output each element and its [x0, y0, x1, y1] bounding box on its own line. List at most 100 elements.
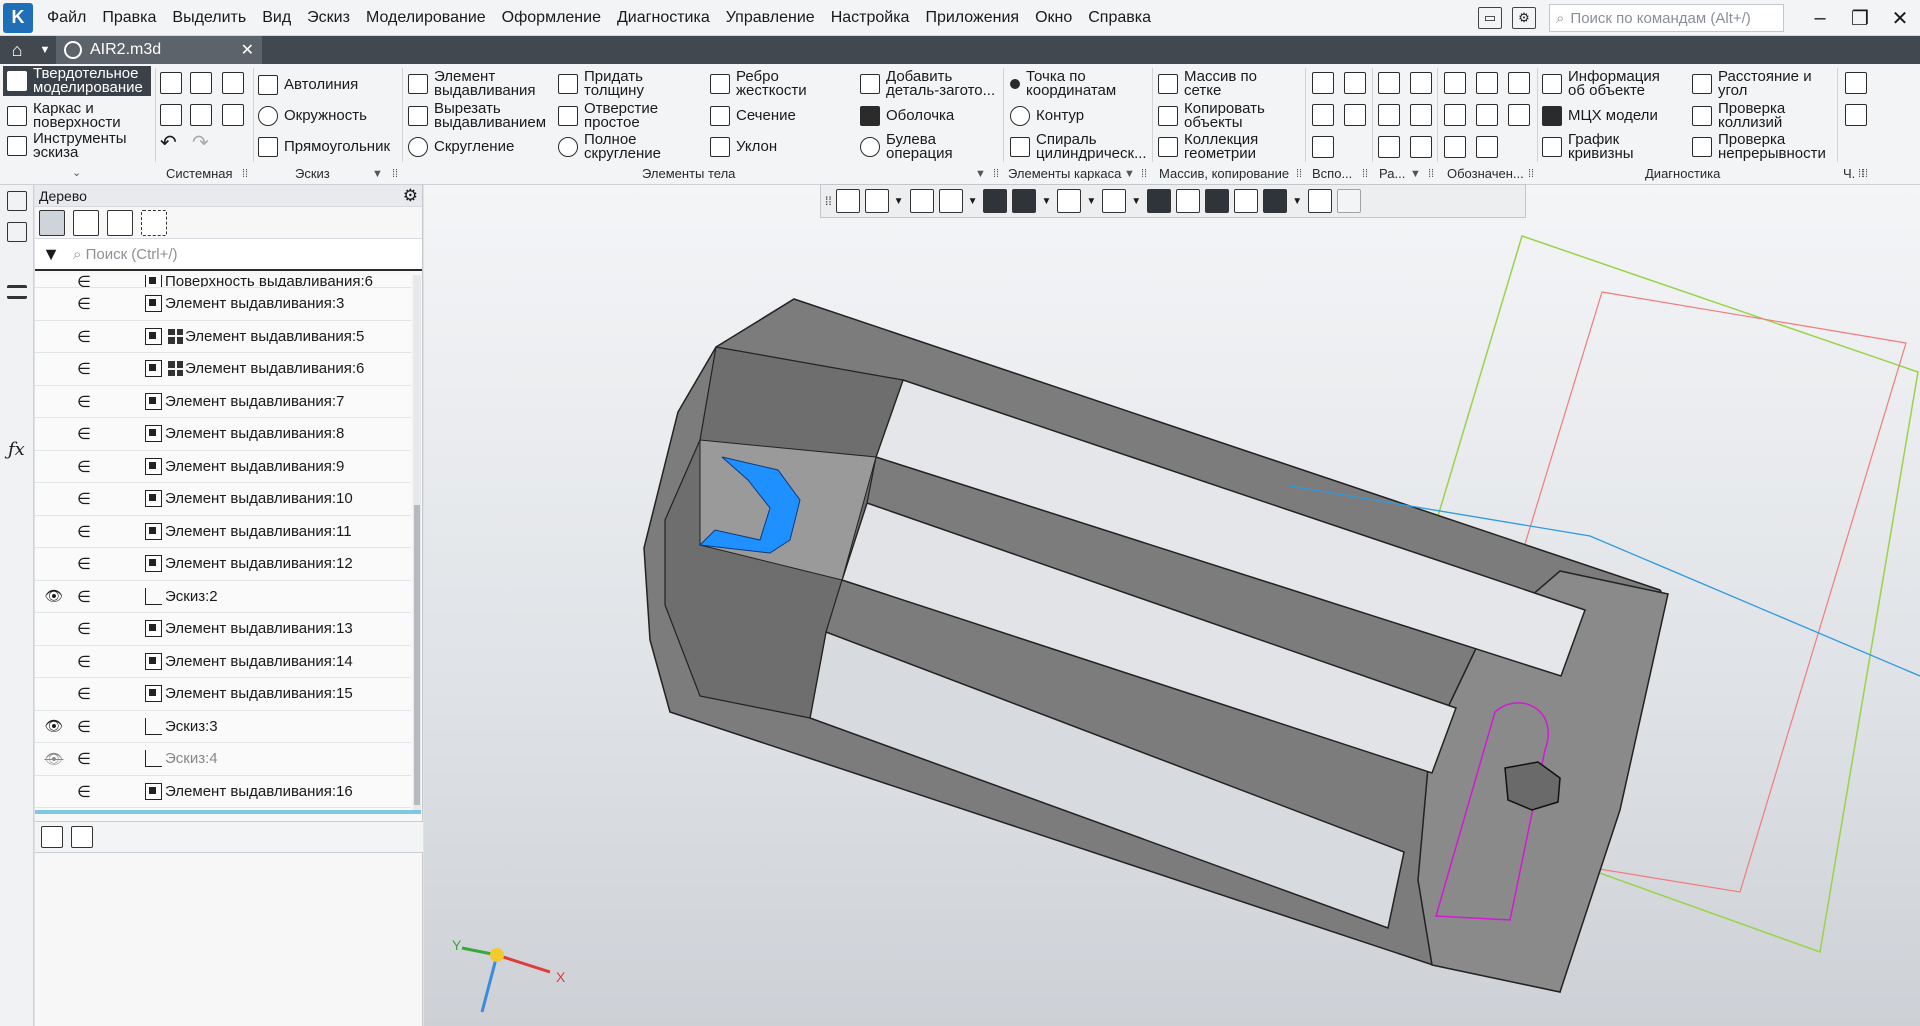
tree-row[interactable]: ∈ Элемент выдавливания:14: [35, 646, 411, 678]
filter-dropdown-icon[interactable]: ▼: [1292, 196, 1302, 207]
eye-placeholder[interactable]: [43, 781, 65, 801]
aux-plane-icon[interactable]: [1312, 72, 1334, 94]
visibility-dropdown-icon[interactable]: ▼: [1131, 196, 1141, 207]
tree-scrollbar[interactable]: [413, 275, 421, 810]
include-icon[interactable]: ∈: [77, 327, 91, 346]
include-icon[interactable]: ∈: [77, 457, 91, 476]
tree-row[interactable]: 👁 ∈ Эскиз:3: [35, 711, 411, 743]
orientation-dropdown-icon[interactable]: ▼: [968, 196, 978, 207]
include-icon[interactable]: ∈: [77, 489, 91, 508]
menu-item[interactable]: Выделить: [164, 0, 254, 36]
shell-button[interactable]: Оболочка: [860, 106, 954, 126]
include-icon[interactable]: ∈: [77, 619, 91, 638]
grid-array-button[interactable]: Массив по сетке: [1158, 69, 1257, 98]
tree-hierarchy-icon[interactable]: [73, 209, 99, 236]
aux-line-icon[interactable]: [1312, 136, 1334, 158]
geometry-collection-button[interactable]: Коллекция геометрии: [1158, 132, 1258, 161]
point-by-coords-button[interactable]: Точка по координатам: [1010, 69, 1116, 98]
pan-icon[interactable]: [909, 189, 934, 213]
grip-icon[interactable]: ⁞⁞: [242, 168, 248, 180]
thicken-button[interactable]: Придать толщину: [558, 69, 644, 98]
filter-icon[interactable]: [1263, 189, 1288, 213]
rectangle-button[interactable]: Прямоугольник: [258, 137, 390, 157]
contour-button[interactable]: Контур: [1010, 106, 1084, 126]
parameters-icon[interactable]: [1845, 104, 1867, 126]
hide-icon[interactable]: [1057, 189, 1082, 213]
eye-icon[interactable]: 👁: [43, 586, 65, 606]
group-dropdown-icon[interactable]: ▼: [975, 168, 986, 180]
grip-icon[interactable]: ⁞⁞: [1296, 168, 1302, 180]
eye-placeholder[interactable]: [43, 326, 65, 346]
roughness-icon[interactable]: [1476, 72, 1498, 94]
close-window-button[interactable]: ✕: [1880, 0, 1920, 36]
hide-dropdown-icon[interactable]: ▼: [1086, 196, 1096, 207]
tree-row[interactable]: ∈ Элемент выдавливания:13: [35, 613, 411, 646]
section-plane-icon[interactable]: [1176, 189, 1201, 213]
shaded-edges-icon[interactable]: [1012, 189, 1037, 213]
shaded-icon[interactable]: [983, 189, 1008, 213]
undo-icon[interactable]: ↶: [160, 133, 177, 153]
include-icon[interactable]: ∈: [77, 359, 91, 378]
restore-button[interactable]: ❐: [1840, 0, 1880, 36]
distance-angle-button[interactable]: Расстояние и угол: [1692, 69, 1812, 98]
tree-row[interactable]: ∈ Элемент выдавливания:5: [35, 321, 411, 353]
display-dropdown-icon[interactable]: ▼: [1041, 196, 1051, 207]
tree-row[interactable]: ∈ Элемент выдавливания:15: [35, 678, 411, 711]
eye-placeholder[interactable]: [43, 456, 65, 476]
tree-structure-icon[interactable]: [39, 209, 65, 236]
include-icon[interactable]: ∈: [77, 522, 91, 541]
home-icon[interactable]: ⌂: [0, 36, 34, 64]
eye-placeholder[interactable]: [43, 294, 65, 314]
eye-placeholder[interactable]: [43, 521, 65, 541]
thread-icon[interactable]: [1444, 72, 1466, 94]
material-icon[interactable]: [1410, 104, 1432, 126]
full-round-button[interactable]: Полное скругление: [558, 132, 661, 161]
draft-button[interactable]: Уклон: [710, 137, 777, 157]
tree-row[interactable]: ∈ Элемент выдавливания:16: [35, 776, 411, 808]
settings-icon[interactable]: ⚙: [1512, 7, 1536, 29]
include-icon[interactable]: ∈: [77, 294, 91, 313]
object-info-button[interactable]: Информация об объекте: [1542, 69, 1660, 98]
properties-icon[interactable]: [1845, 72, 1867, 94]
model-canvas[interactable]: Y X: [424, 185, 1920, 1026]
eye-placeholder[interactable]: [43, 619, 65, 639]
explode-icon[interactable]: [1410, 136, 1432, 158]
extrude-button[interactable]: Элемент выдавливания: [408, 69, 536, 98]
visibility-icon[interactable]: [1102, 189, 1127, 213]
coordinate-system-icon[interactable]: [835, 189, 860, 213]
simple-hole-button[interactable]: Отверстие простое: [558, 101, 658, 130]
group-dropdown-icon[interactable]: ▼: [1410, 168, 1421, 180]
eyedropper-icon[interactable]: [1337, 189, 1362, 213]
tree-row[interactable]: ∈ Элемент выдавливания:10: [35, 483, 411, 516]
leader-icon[interactable]: [1508, 104, 1530, 126]
group-dropdown-icon[interactable]: ▼: [372, 168, 383, 180]
mark-icon[interactable]: [1476, 136, 1498, 158]
layout-view-icon[interactable]: [1378, 72, 1400, 94]
grip-icon[interactable]: ⁞⁞: [1862, 168, 1868, 180]
properties-panel-icon[interactable]: [7, 222, 27, 242]
save-icon[interactable]: [222, 72, 244, 94]
command-search-input[interactable]: ⌕ Поиск по командам (Alt+/): [1549, 4, 1784, 32]
tree-row[interactable]: ∈ Поверхность выдавливания:6: [35, 275, 411, 288]
include-icon[interactable]: ∈: [77, 652, 91, 671]
include-icon[interactable]: ∈: [77, 717, 91, 736]
include-icon[interactable]: ∈: [77, 424, 91, 443]
circle-button[interactable]: Окружность: [258, 106, 367, 126]
grip-icon[interactable]: ⁞⁞: [825, 194, 832, 208]
preview-icon[interactable]: [190, 104, 212, 126]
close-tab-icon[interactable]: ✕: [241, 40, 254, 60]
tree-row[interactable]: ∈ Элемент выдавливания:9: [35, 451, 411, 483]
eye-placeholder[interactable]: [43, 684, 65, 704]
zoom-icon[interactable]: [864, 189, 889, 213]
collapse-chevron-icon[interactable]: ⌄: [72, 166, 81, 179]
tolerance-icon[interactable]: [1476, 104, 1498, 126]
helix-button[interactable]: Спираль цилиндрическ...: [1010, 132, 1147, 161]
list-view-icon[interactable]: [71, 826, 93, 848]
tree-row[interactable]: 👁 ∈ Эскиз:4: [35, 743, 411, 776]
variables-fx-icon[interactable]: ƒx: [8, 439, 25, 460]
menu-item[interactable]: Диагностика: [609, 0, 718, 36]
tree-row[interactable]: ∈ Элемент выдавливания:3: [35, 288, 411, 321]
tree-panel-icon[interactable]: [7, 191, 27, 211]
eye-hidden-icon[interactable]: 👁: [43, 749, 65, 769]
section-view-icon[interactable]: [1378, 136, 1400, 158]
